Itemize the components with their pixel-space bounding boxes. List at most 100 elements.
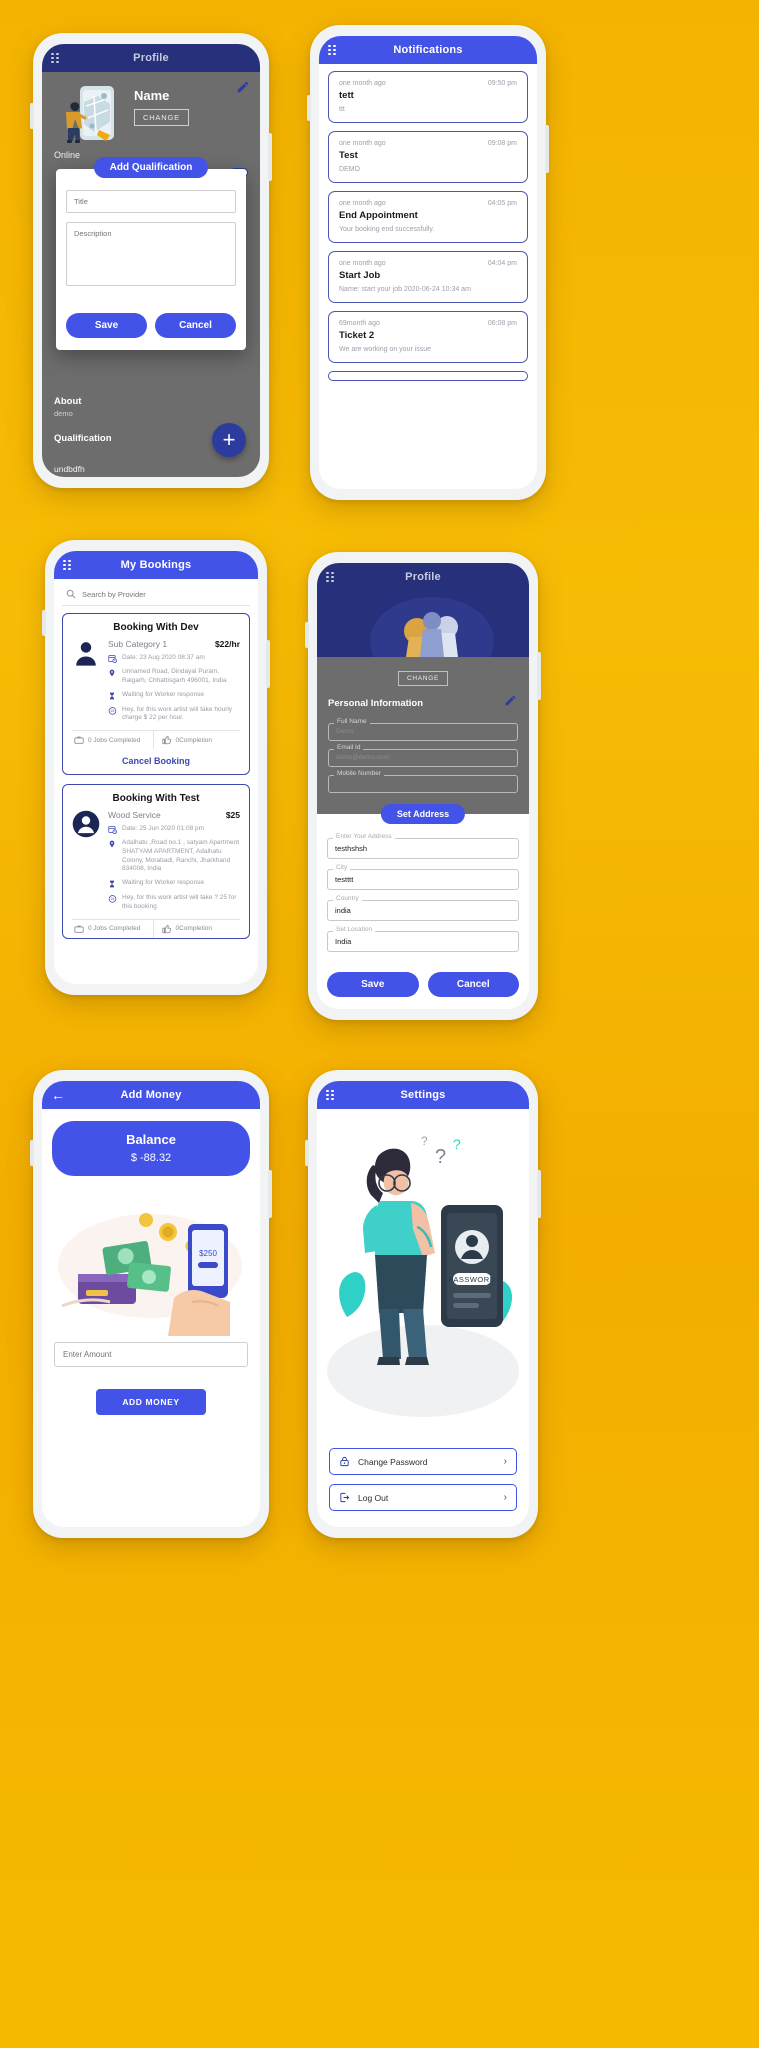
notification-list[interactable]: one month ago 09:50 pm tett ttt one mont… (319, 64, 537, 489)
notification-ago: one month ago (339, 200, 386, 207)
thumbs-up-icon (161, 924, 172, 934)
phone-profile-set-address: Profile CHANGE Personal Information Full… (305, 552, 541, 1020)
city-value: testttt (335, 875, 354, 884)
appbar-settings: Settings (317, 1081, 529, 1109)
qualification-description-input[interactable] (66, 222, 236, 286)
notification-item[interactable]: one month ago 04:04 pm Start Job Name: s… (328, 251, 528, 303)
arrow-left-icon[interactable]: ← (51, 1088, 65, 1102)
city-field[interactable]: City testttt (327, 864, 519, 890)
set-location-field[interactable]: Set Location India (327, 926, 519, 952)
booking-footer: 0 Jobs Completed 0Completion (72, 730, 240, 750)
booking-title: Booking With Test (112, 793, 200, 805)
full-name-field[interactable]: Full Name Demo (328, 718, 518, 741)
settings-rows: Change Password › Log Out › (317, 1448, 529, 1527)
booking-date-row: Date: 25 Jun 2020 01:08 pm (108, 825, 240, 835)
booking-address: Adalhatu ,Road no.1 , satyam Apartment S… (122, 839, 240, 873)
settings-row-change-password[interactable]: Change Password › (329, 1448, 517, 1475)
money-phone-payment-illustration: $250 (42, 1186, 260, 1336)
notification-title: End Appointment (339, 210, 418, 221)
change-photo-button[interactable]: CHANGE (134, 109, 189, 126)
cancel-button[interactable]: Cancel (155, 313, 236, 338)
profile-banner (317, 591, 529, 657)
search-icon (66, 589, 76, 599)
cancel-booking-button[interactable]: Cancel Booking (72, 749, 240, 774)
booking-card[interactable]: Booking With Dev Sub Category 1 $22/hr D… (62, 613, 250, 776)
booking-jobs-text: 0 Jobs Completed (88, 736, 141, 744)
pencil-icon[interactable] (236, 80, 250, 94)
email-field[interactable]: Email Id demo@demo.com (328, 744, 518, 767)
country-field[interactable]: Country india (327, 895, 519, 921)
appbar-add-money: ← Add Money (42, 1081, 260, 1109)
balance-value: $ -88.32 (130, 1152, 172, 1164)
screen-profile-set-address: Profile CHANGE Personal Information Full… (317, 563, 529, 1009)
mobile-label: Mobile Number (334, 770, 385, 777)
notification-item[interactable]: 69month ago 06:08 pm Ticket 2 We are wor… (328, 311, 528, 363)
booking-subrow: Sub Category 1 $22/hr (108, 639, 240, 649)
notification-item[interactable]: one month ago 09:08 pm Test DEMO (328, 131, 528, 183)
booking-card[interactable]: Booking With Test Wood Service $25 Date:… (62, 784, 250, 939)
notification-body: Your booking end successfully. (339, 226, 435, 233)
booking-jobs-stat: 0 Jobs Completed (72, 920, 153, 938)
save-button[interactable]: Save (66, 313, 147, 338)
add-money-button[interactable]: ADD MONEY (96, 1389, 206, 1415)
hamburger-icon[interactable] (326, 572, 339, 582)
page-title: Add Money (120, 1089, 182, 1101)
qualification-title-input[interactable] (66, 190, 236, 213)
booking-status: Waiting for Worker response (122, 879, 205, 887)
booking-note-row: 24 Hey, for this work artist will take h… (108, 706, 240, 724)
hamburger-icon[interactable] (328, 45, 341, 55)
address-label: Enter Your Address (333, 833, 395, 840)
email-label: Email Id (334, 744, 364, 751)
booking-status-row: Waiting for Worker response (108, 691, 240, 701)
phone-settings: Settings PASSWORD ? ? ? Change Password … (305, 1070, 541, 1538)
save-button[interactable]: Save (327, 972, 419, 997)
notification-ago: one month ago (339, 260, 386, 267)
svg-text:?: ? (435, 1146, 446, 1168)
settings-row-log-out[interactable]: Log Out › (329, 1484, 517, 1511)
personal-information-label: Personal Information (328, 698, 424, 709)
city-label: City (333, 864, 351, 871)
notification-meta: one month ago 04:05 pm (339, 200, 517, 207)
screen-settings: Settings PASSWORD ? ? ? Change Password … (317, 1081, 529, 1527)
location-pin-icon (108, 839, 117, 874)
amount-input[interactable] (54, 1342, 248, 1367)
briefcase-icon (74, 924, 84, 934)
booking-address-row: Adalhatu ,Road no.1 , satyam Apartment S… (108, 839, 240, 874)
pencil-icon[interactable] (504, 694, 517, 707)
notification-item[interactable]: one month ago 09:50 pm tett ttt (328, 71, 528, 123)
notification-item-partial[interactable] (328, 371, 528, 381)
notification-title: Ticket 2 (339, 330, 375, 341)
notification-meta: one month ago 04:04 pm (339, 260, 517, 267)
booking-note: Hey, for this work artist will take hour… (122, 705, 233, 722)
booking-footer: 0 Jobs Completed 0Completion (72, 918, 240, 938)
booking-date-row: Date: 23 Aug 2020 08:37 am (108, 654, 240, 663)
profile-name: Name (134, 88, 170, 103)
page-title: Profile (405, 571, 441, 583)
notification-title: Start Job (339, 270, 381, 281)
forgot-password-woman-illustration: PASSWORD ? ? ? (317, 1109, 529, 1448)
svg-text:24: 24 (111, 709, 115, 713)
mobile-field[interactable]: Mobile Number (328, 770, 518, 793)
hamburger-icon[interactable] (326, 1090, 339, 1100)
calendar-clock-icon (108, 654, 117, 663)
address-field[interactable]: Enter Your Address testhshsh (327, 833, 519, 859)
cancel-button[interactable]: Cancel (427, 972, 519, 997)
hamburger-icon[interactable] (63, 560, 76, 570)
location-pin-icon (108, 668, 117, 686)
hamburger-icon[interactable] (51, 53, 64, 63)
booking-status-row: Waiting for Worker response (108, 879, 240, 889)
settings-row-label: Change Password (358, 1456, 428, 1467)
notification-item[interactable]: one month ago 04:05 pm End Appointment Y… (328, 191, 528, 243)
person-avatar-icon (72, 639, 100, 667)
booking-date: Date: 23 Aug 2020 08:37 am (122, 654, 205, 661)
balance-card: Balance $ -88.32 (52, 1121, 250, 1176)
add-qualification-fab[interactable]: + (212, 423, 246, 457)
search-input[interactable] (82, 589, 246, 599)
search-bar[interactable] (62, 584, 250, 606)
appbar-profile: Profile (42, 44, 260, 72)
change-photo-button[interactable]: CHANGE (397, 671, 448, 686)
booking-subrow: Wood Service $25 (108, 810, 240, 820)
phone-my-bookings: My Bookings Booking With Dev (42, 540, 270, 995)
booking-subcategory: Wood Service (108, 810, 161, 821)
booking-main: Wood Service $25 Date: 25 Jun 2020 01:08… (72, 810, 240, 912)
